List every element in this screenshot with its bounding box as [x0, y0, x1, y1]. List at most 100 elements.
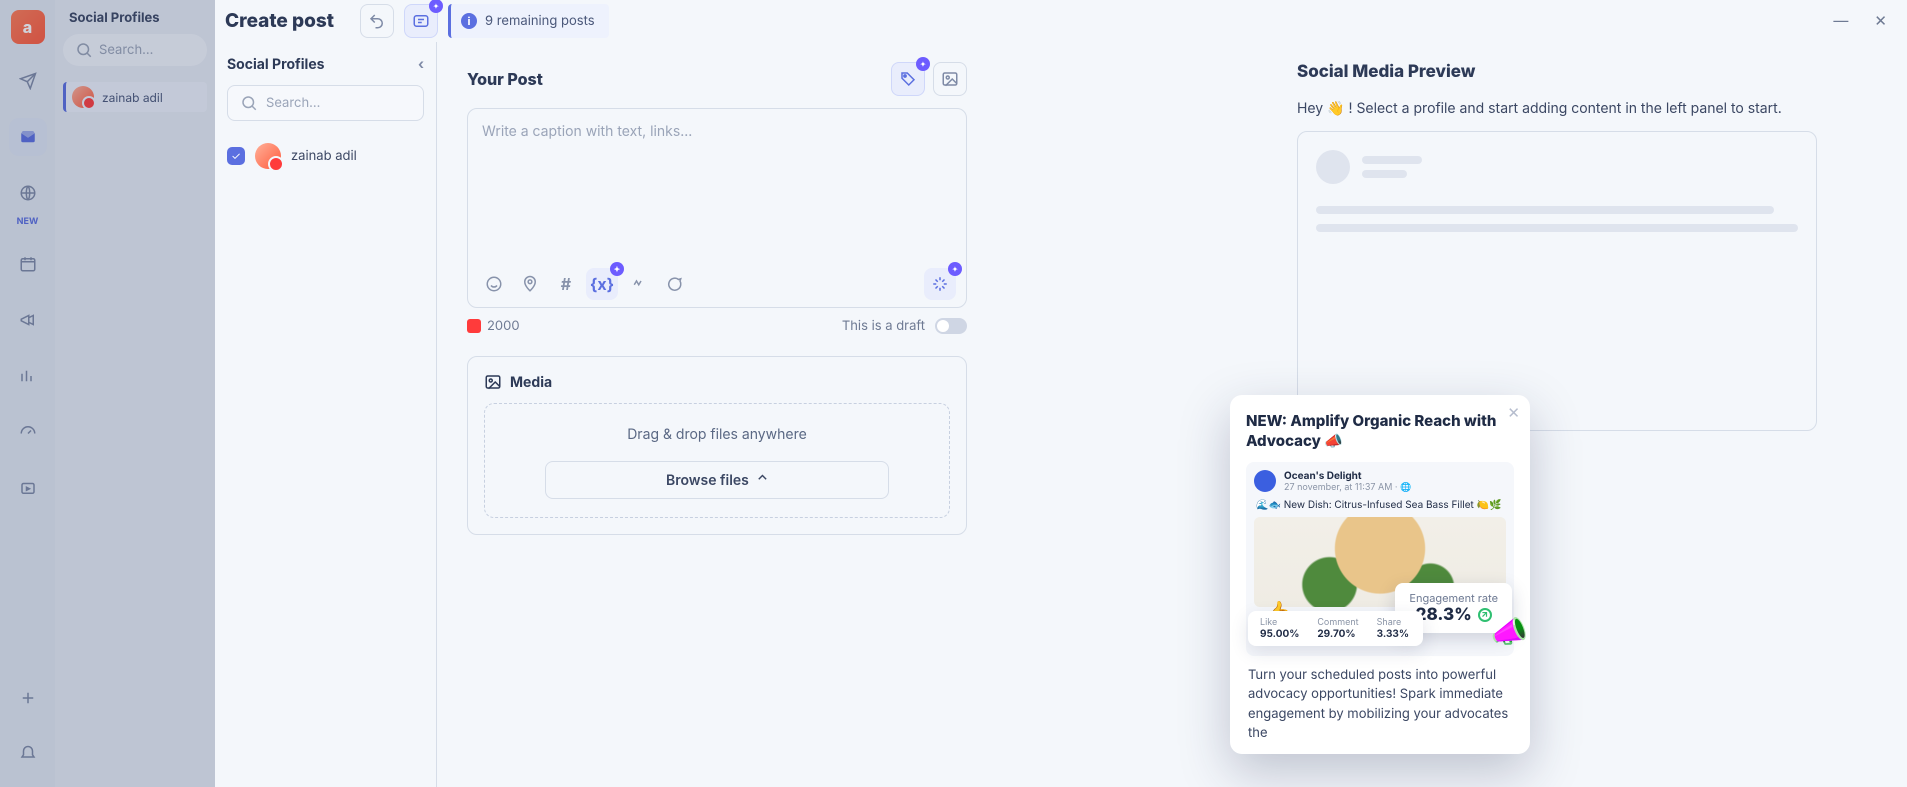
rail-globe-icon[interactable] [9, 174, 47, 212]
wave-hello-icon: 👋 [1327, 100, 1344, 117]
engagement-value: 28.3% [1416, 605, 1472, 625]
advocacy-popup: ✕ NEW: Amplify Organic Reach with Advoca… [1230, 395, 1530, 754]
emoji-tool[interactable] [478, 268, 510, 300]
image-button[interactable] [933, 62, 967, 96]
avatar [72, 86, 94, 108]
browse-files-button[interactable]: Browse files ⌃ [545, 461, 889, 499]
rail-send-icon[interactable] [9, 62, 47, 100]
ai-spark-badge: ✦ [948, 262, 962, 276]
location-tool[interactable] [514, 268, 546, 300]
preview-hint: Hey 👋 ! Select a profile and start addin… [1297, 100, 1817, 117]
ai-spark-badge: ✦ [429, 0, 443, 13]
skeleton-avatar [1316, 150, 1350, 184]
mini-sidebar: Social Profiles Search... zainab adil [55, 0, 215, 787]
metric-label: Comment [1317, 617, 1358, 628]
promo-image: Engagement rate 28.3% ↗ [1254, 517, 1506, 607]
rail-megaphone-icon[interactable] [9, 301, 47, 339]
skeleton-line [1316, 206, 1774, 214]
remaining-posts-chip[interactable]: i 9 remaining posts [448, 4, 609, 38]
preview-skeleton-card [1297, 131, 1817, 431]
profiles-panel: Social Profiles ‹ Search... ✓ zainab adi… [215, 42, 437, 787]
rail-calendar-icon[interactable] [9, 245, 47, 283]
skeleton-line [1362, 170, 1407, 178]
rail-new-badge: NEW [17, 216, 39, 227]
profiles-search-placeholder: Search... [266, 95, 320, 111]
metric-value: 29.70% [1317, 628, 1358, 640]
draft-toggle[interactable] [935, 318, 967, 334]
composer-title: Create post [225, 9, 334, 32]
ai-spark-badge: ✦ [916, 57, 930, 71]
promo-avatar [1254, 470, 1276, 492]
caption-box: Write a caption with text, links... # {x… [467, 108, 967, 308]
mini-sidebar-search[interactable]: Search... [63, 34, 207, 66]
popup-promo: Ocean's Delight 27 november, at 11:37 AM… [1246, 462, 1514, 656]
rail-inbox-icon[interactable] [9, 118, 47, 156]
profile-checkbox[interactable]: ✓ [227, 147, 245, 165]
preview-hint-prefix: Hey [1297, 100, 1327, 117]
promo-timestamp: 27 november, at 11:37 AM · 🌐 [1284, 482, 1411, 493]
metric-label: Like [1260, 617, 1299, 628]
ai-assist-button[interactable]: ✦ [404, 4, 438, 38]
chat-tool[interactable] [658, 268, 690, 300]
rail-analytics-icon[interactable] [9, 357, 47, 395]
promo-caption: 🌊🐟 New Dish: Citrus-Infused Sea Bass Fil… [1256, 499, 1504, 511]
platform-dot-icon [467, 319, 481, 333]
caption-input[interactable]: Write a caption with text, links... [468, 109, 966, 261]
skeleton-line [1362, 156, 1422, 164]
rail-gauge-icon[interactable] [9, 413, 47, 451]
rail-bell-icon[interactable] [9, 735, 47, 773]
info-icon: i [461, 13, 477, 29]
metric-value: 95.00% [1260, 628, 1299, 640]
composer-header: Create post ✦ i 9 remaining posts ― ✕ [215, 0, 1907, 42]
popup-close-button[interactable]: ✕ [1507, 403, 1520, 422]
promo-metrics: Like95.00% Comment29.70% Share3.33% [1248, 611, 1423, 646]
avatar [255, 143, 281, 169]
hashtag-tool[interactable]: # [550, 268, 582, 300]
caption-toolbar: # {x}✦ ✦ [468, 261, 966, 307]
profiles-title: Social Profiles [227, 56, 325, 73]
rail-add-icon[interactable] [9, 679, 47, 717]
popup-body: Turn your scheduled posts into powerful … [1248, 666, 1512, 744]
ai-write-tool[interactable]: ✦ [924, 268, 956, 300]
collapse-profiles-icon[interactable]: ‹ [418, 56, 424, 73]
undo-button[interactable] [360, 4, 394, 38]
rail-library-icon[interactable] [9, 469, 47, 507]
nav-rail: a NEW [0, 0, 55, 787]
remaining-posts-text: 9 remaining posts [485, 13, 595, 29]
wave-tool[interactable] [622, 268, 654, 300]
app-logo[interactable]: a [11, 10, 45, 44]
profile-row[interactable]: ✓ zainab adil [227, 143, 424, 169]
mini-sidebar-item-name: zainab adil [102, 90, 163, 105]
minimize-button[interactable]: ― [1833, 11, 1848, 30]
engagement-label: Engagement rate [1409, 591, 1498, 605]
char-count: 2000 [467, 318, 520, 334]
mini-sidebar-title: Social Profiles [69, 10, 207, 26]
skeleton-line [1316, 224, 1798, 232]
media-box: Media Drag & drop files anywhere Browse … [467, 356, 967, 535]
trend-up-icon: ↗ [1478, 608, 1492, 622]
profile-name: zainab adil [291, 148, 357, 164]
editor-heading: Your Post [467, 69, 543, 89]
search-icon [240, 94, 258, 112]
editor-column: Your Post ✦ Write a caption with text, l… [467, 62, 967, 767]
mini-sidebar-item[interactable]: zainab adil [63, 82, 207, 112]
draft-label: This is a draft [842, 318, 925, 334]
popup-title: NEW: Amplify Organic Reach with Advocacy… [1246, 411, 1514, 452]
composer-modal: Create post ✦ i 9 remaining posts ― ✕ So… [215, 0, 1907, 787]
drop-hint: Drag & drop files anywhere [503, 426, 931, 443]
profiles-search[interactable]: Search... [227, 85, 424, 121]
promo-account: Ocean's Delight [1284, 470, 1411, 482]
metric-label: Share [1377, 617, 1409, 628]
megaphone-icon: 📣 [1491, 614, 1528, 650]
media-icon [484, 373, 502, 391]
preview-heading: Social Media Preview [1297, 62, 1817, 82]
search-icon [75, 41, 93, 59]
char-limit-value: 2000 [487, 318, 520, 334]
preview-hint-suffix: ! Select a profile and start adding cont… [1348, 100, 1781, 117]
variable-tool[interactable]: {x}✦ [586, 268, 618, 300]
close-button[interactable]: ✕ [1874, 11, 1887, 30]
tag-button[interactable]: ✦ [891, 62, 925, 96]
chevron-up-icon: ⌃ [757, 472, 768, 489]
media-dropzone[interactable]: Drag & drop files anywhere Browse files … [484, 403, 950, 518]
metric-value: 3.33% [1377, 628, 1409, 640]
